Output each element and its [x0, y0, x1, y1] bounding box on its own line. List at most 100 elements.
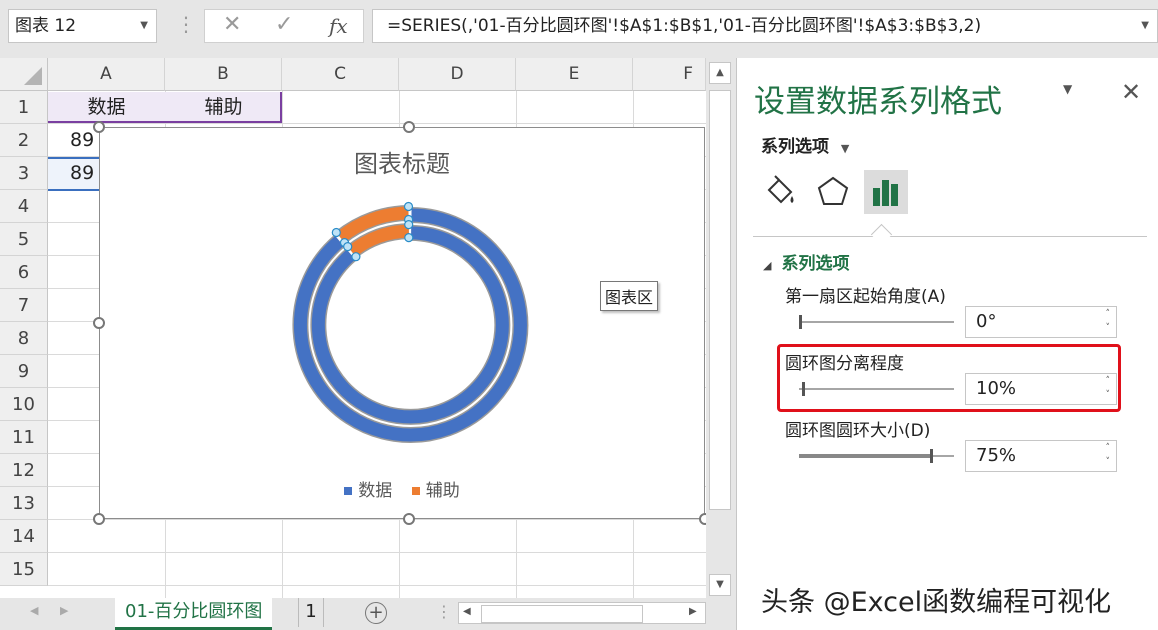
doughnut-chart[interactable] — [100, 128, 704, 518]
resize-handle[interactable] — [93, 121, 105, 133]
select-all-button[interactable] — [0, 58, 48, 91]
first-slice-angle-input[interactable]: 0° ˄ ˅ — [965, 306, 1117, 338]
tab-pointer — [870, 223, 893, 246]
legend-label: 数据 — [358, 481, 393, 501]
spin-down-icon[interactable]: ˅ — [1106, 323, 1111, 333]
row-header-15[interactable]: 15 — [0, 553, 48, 586]
scroll-thumb[interactable] — [481, 605, 643, 623]
drag-handle-icon[interactable]: ⋮ — [176, 12, 196, 36]
chart-area[interactable]: 图表标题 数据 辅助 图表区 — [99, 127, 705, 519]
formula-text: =SERIES(,'01-百分比圆环图'!$A$1:$B$1,'01-百分比圆环… — [387, 16, 982, 36]
spin-down-icon[interactable]: ˅ — [1106, 457, 1111, 467]
doughnut-slice-data-ring-1[interactable] — [293, 208, 527, 442]
vertical-scrollbar[interactable]: ▲ ▼ — [706, 58, 734, 598]
hole-size-input[interactable]: 75% ˄ ˅ — [965, 440, 1117, 472]
column-header-c[interactable]: C — [282, 58, 399, 91]
resize-handle[interactable] — [93, 513, 105, 525]
selection-handle[interactable] — [403, 201, 414, 212]
slider-fill — [799, 454, 931, 458]
chevron-down-icon[interactable]: ▼ — [1141, 10, 1149, 42]
series-options-dropdown[interactable]: 系列选项 ▼ — [761, 132, 849, 157]
cell-a1[interactable]: 数据 — [48, 92, 165, 123]
slider-knob[interactable] — [930, 449, 933, 463]
legend-swatch — [344, 487, 353, 495]
section-series-options[interactable]: ◢ 系列选项 — [763, 249, 849, 274]
row-header-6[interactable]: 6 — [0, 256, 48, 289]
row-header-9[interactable]: 9 — [0, 355, 48, 388]
horizontal-scrollbar[interactable]: ◀ ▶ — [458, 602, 706, 624]
pane-title: 设置数据系列格式 — [754, 84, 1002, 120]
first-slice-angle-value: 0° — [976, 311, 997, 332]
spin-up-icon[interactable]: ˄ — [1106, 309, 1111, 319]
chart-legend[interactable]: 数据 辅助 — [100, 476, 704, 501]
selection-handle[interactable] — [351, 252, 361, 262]
column-header-f[interactable]: F — [633, 58, 706, 91]
doughnut-slice-data-ring-2[interactable] — [311, 226, 509, 424]
resize-handle[interactable] — [403, 121, 415, 133]
row-header-10[interactable]: 10 — [0, 388, 48, 421]
selection-handle[interactable] — [343, 241, 353, 252]
spin-up-icon[interactable]: ˄ — [1106, 443, 1111, 453]
divider — [753, 236, 1147, 237]
check-icon[interactable]: ✓ — [275, 12, 293, 37]
row-header-3[interactable]: 3 — [0, 157, 48, 190]
insert-function-icon[interactable]: fx — [329, 14, 348, 38]
sheet-tab[interactable]: 1 — [298, 598, 324, 627]
resize-handle[interactable] — [93, 317, 105, 329]
column-header-b[interactable]: B — [165, 58, 282, 91]
selection-handle[interactable] — [404, 219, 414, 230]
column-header-a[interactable]: A — [48, 58, 165, 91]
row-header-5[interactable]: 5 — [0, 223, 48, 256]
slider-knob[interactable] — [799, 315, 802, 329]
formula-buttons: ✕ ✓ fx — [204, 9, 364, 43]
row-header-2[interactable]: 2 — [0, 124, 48, 157]
gridline — [48, 519, 706, 520]
prev-sheet-icon[interactable]: ◀ — [30, 604, 38, 617]
drag-handle-icon[interactable]: ⋮ — [436, 602, 452, 621]
series-options-label: 系列选项 — [761, 137, 829, 157]
effects-pentagon-icon[interactable] — [811, 170, 855, 214]
cell-b1[interactable]: 辅助 — [165, 92, 282, 123]
sheet-tab-active[interactable]: 01-百分比圆环图 — [115, 598, 273, 630]
row-header-1[interactable]: 1 — [0, 91, 48, 124]
add-sheet-button[interactable]: + — [365, 602, 387, 624]
selection-handle[interactable] — [404, 232, 414, 243]
row-header-12[interactable]: 12 — [0, 454, 48, 487]
format-data-series-pane: 设置数据系列格式 ▼ ✕ 系列选项 ▼ ◢ 系列选项 第一扇区起始角度(A) 0°… — [736, 58, 1158, 630]
legend-item-helper[interactable]: 辅助 — [411, 481, 460, 501]
formula-input[interactable]: =SERIES(,'01-百分比圆环图'!$A$1:$B$1,'01-百分比圆环… — [372, 9, 1158, 43]
row-header-13[interactable]: 13 — [0, 487, 48, 520]
hole-size-slider[interactable] — [799, 449, 954, 463]
row-header-7[interactable]: 7 — [0, 289, 48, 322]
column-header-e[interactable]: E — [516, 58, 633, 91]
legend-swatch — [411, 487, 420, 495]
column-header-d[interactable]: D — [399, 58, 516, 91]
legend-item-data[interactable]: 数据 — [344, 481, 392, 501]
scroll-left-icon[interactable]: ◀ — [463, 606, 471, 617]
chevron-down-icon[interactable]: ▼ — [140, 10, 148, 42]
doughnut-slice-helper-ring-2[interactable] — [347, 224, 410, 257]
scroll-right-icon[interactable]: ▶ — [689, 606, 697, 617]
series-options-tab[interactable] — [864, 170, 908, 214]
row-header-4[interactable]: 4 — [0, 190, 48, 223]
selection-handle[interactable] — [331, 227, 341, 238]
section-title: 系列选项 — [781, 254, 850, 274]
highlight-box — [777, 344, 1121, 412]
chevron-down-icon[interactable]: ▼ — [1063, 82, 1072, 96]
gridline — [48, 585, 706, 586]
resize-handle[interactable] — [403, 513, 415, 525]
bar-chart-icon — [873, 180, 898, 206]
scroll-up-icon[interactable]: ▲ — [709, 62, 731, 84]
row-header-8[interactable]: 8 — [0, 322, 48, 355]
cancel-icon[interactable]: ✕ — [223, 12, 241, 37]
chevron-down-icon: ▼ — [840, 142, 850, 155]
close-icon[interactable]: ✕ — [1121, 78, 1141, 106]
fill-line-icon[interactable] — [759, 170, 803, 214]
row-header-11[interactable]: 11 — [0, 421, 48, 454]
name-box[interactable]: 图表 12 ▼ — [8, 9, 157, 43]
row-header-14[interactable]: 14 — [0, 520, 48, 553]
scroll-down-icon[interactable]: ▼ — [709, 574, 731, 596]
first-slice-angle-slider[interactable] — [799, 315, 954, 329]
scroll-thumb[interactable] — [709, 90, 731, 510]
next-sheet-icon[interactable]: ▶ — [60, 604, 68, 617]
